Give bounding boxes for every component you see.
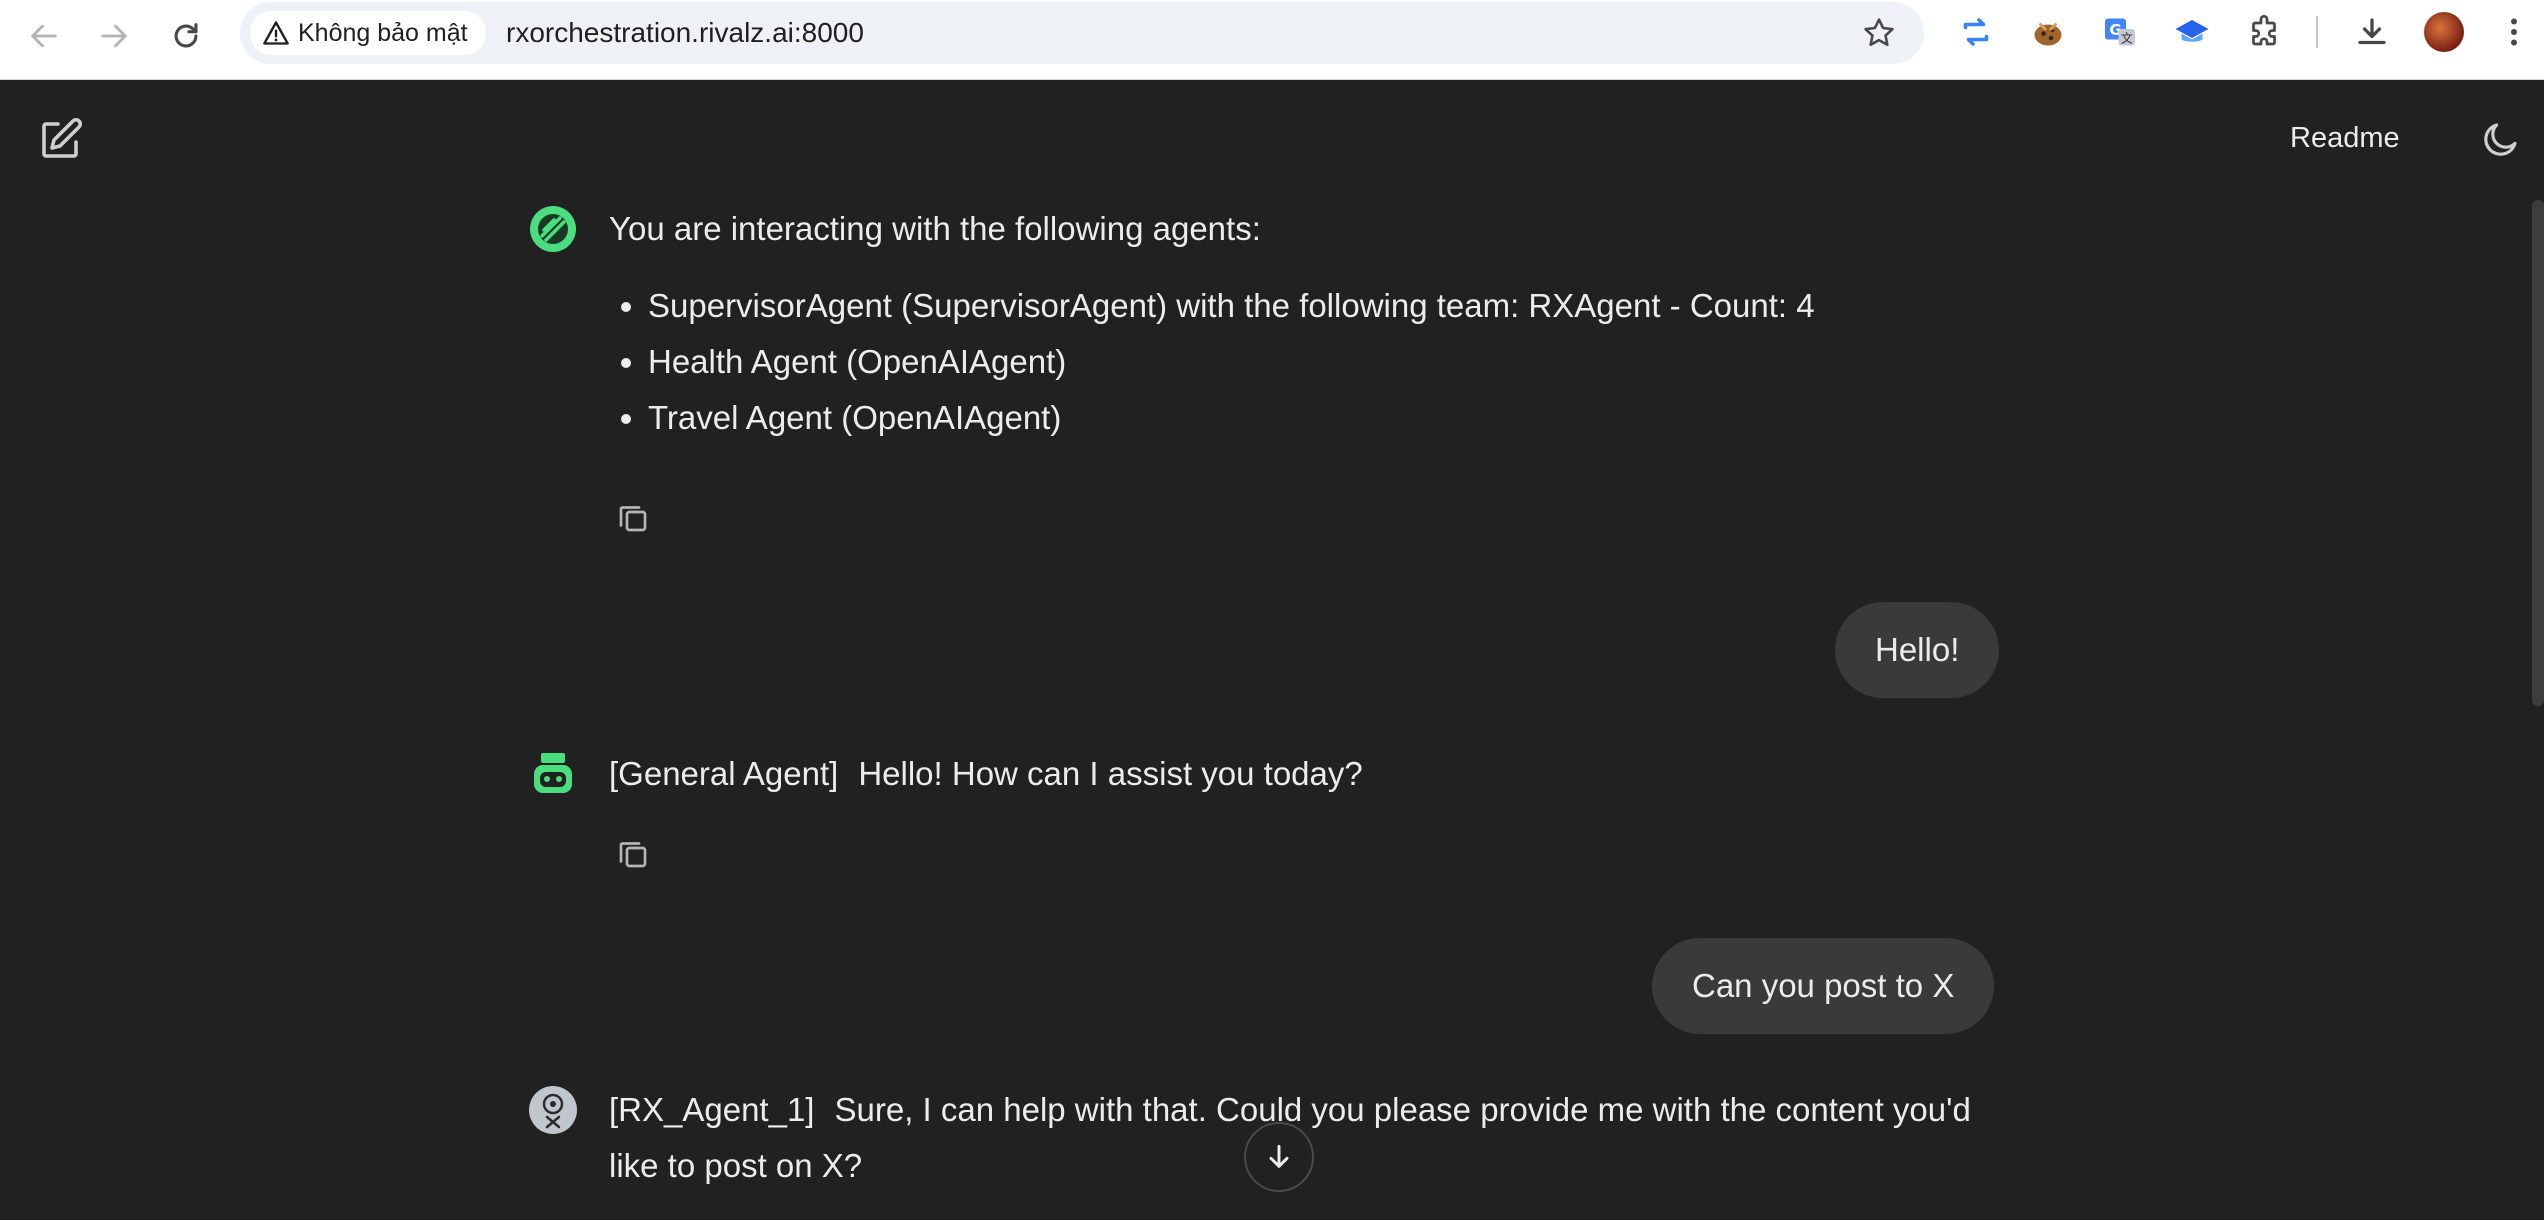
robot-icon (534, 753, 572, 793)
translate-icon: G文 (2105, 18, 2135, 46)
browser-toolbar: Không bảo mật rxorchestration.rivalz.ai:… (0, 0, 2544, 80)
agent-message-text: Hello! How can I assist you today? (858, 755, 1363, 792)
repeat-icon (1963, 18, 1989, 46)
download-icon (2358, 18, 2386, 45)
back-button[interactable] (18, 10, 70, 62)
cookie-icon (2034, 23, 2062, 46)
more-vertical-icon (2511, 18, 2517, 46)
agent-tag: [General Agent] (609, 755, 839, 792)
extensions-button[interactable] (2244, 12, 2284, 52)
browser-menu-button[interactable] (2496, 12, 2532, 52)
arrow-left-icon (31, 24, 57, 48)
graduation-cap-icon (2175, 20, 2209, 42)
supervisor-agent-avatar (530, 206, 576, 252)
security-label: Không bảo mật (298, 18, 468, 47)
arrow-down-icon (1269, 1144, 1289, 1168)
extension-translate[interactable]: G文 (2100, 12, 2140, 52)
forward-button[interactable] (88, 10, 140, 62)
arrow-right-icon (101, 24, 127, 48)
reload-icon (174, 23, 198, 48)
puzzle-icon (2252, 14, 2276, 46)
moon-icon[interactable] (2480, 118, 2522, 160)
url-text[interactable]: rxorchestration.rivalz.ai:8000 (506, 2, 864, 64)
downloads-button[interactable] (2352, 12, 2392, 52)
user-message-bubble: Hello! (1835, 602, 2000, 698)
intro-heading: You are interacting with the following a… (609, 210, 1261, 247)
readme-button[interactable]: Readme (2290, 122, 2400, 155)
extension-graduation[interactable] (2172, 12, 2212, 52)
address-bar[interactable]: Không bảo mật rxorchestration.rivalz.ai:… (240, 2, 1924, 64)
warning-triangle-icon (263, 21, 289, 45)
copy-icon[interactable] (615, 500, 651, 536)
agent-list-item: Travel Agent (OpenAIAgent) (648, 390, 1815, 446)
rx-agent-avatar (529, 1086, 577, 1134)
agent-list-item: SupervisorAgent (SupervisorAgent) with t… (648, 278, 1815, 334)
agents-list: SupervisorAgent (SupervisorAgent) with t… (614, 278, 1815, 446)
security-chip[interactable]: Không bảo mật (250, 11, 486, 55)
extension-cookie[interactable] (2028, 12, 2068, 52)
agent-list-item: Health Agent (OpenAIAgent) (648, 334, 1815, 390)
profile-avatar[interactable] (2424, 12, 2464, 52)
svg-text:文: 文 (2121, 31, 2133, 46)
scroll-to-bottom-button[interactable] (1244, 1122, 1314, 1192)
edit-icon[interactable] (36, 116, 84, 164)
extension-repeat[interactable] (1956, 12, 1996, 52)
scrollbar[interactable] (2532, 200, 2544, 706)
user-message-bubble: Can you post to X (1652, 938, 1995, 1034)
reload-button[interactable] (160, 10, 212, 62)
copy-icon[interactable] (615, 836, 651, 872)
agent-tag: [RX_Agent_1] (609, 1091, 815, 1128)
star-icon[interactable] (1862, 16, 1896, 50)
agent-message: [General Agent] Hello! How can I assist y… (609, 746, 2009, 802)
toolbar-divider (2316, 16, 2318, 48)
